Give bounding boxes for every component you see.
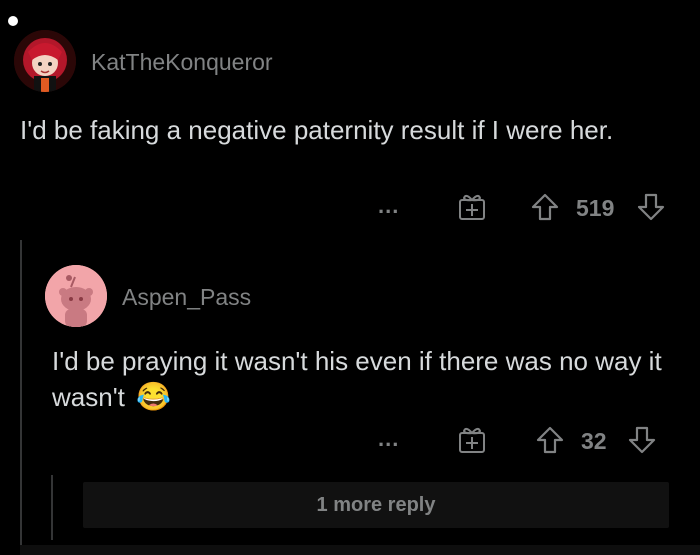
user-avatar[interactable] — [45, 265, 107, 327]
downvote-icon[interactable] — [627, 425, 657, 460]
comment-body: I'd be faking a negative paternity resul… — [20, 115, 614, 145]
thread-line[interactable] — [51, 475, 53, 540]
upvote-icon[interactable] — [535, 425, 565, 460]
vote-score: 519 — [576, 195, 615, 221]
red-haired-avatar-icon — [14, 30, 76, 92]
award-icon[interactable] — [456, 191, 488, 228]
more-replies-button[interactable]: 1 more reply — [83, 482, 669, 528]
thread-line[interactable] — [20, 240, 22, 555]
user-avatar[interactable] — [14, 30, 76, 92]
award-icon[interactable] — [456, 424, 488, 461]
upvote-icon[interactable] — [530, 192, 560, 227]
vote-score: 32 — [581, 428, 607, 454]
more-replies-label: 1 more reply — [316, 493, 436, 516]
snoo-avatar-icon — [45, 265, 107, 327]
comment-body: I'd be praying it wasn't his even if the… — [52, 343, 672, 415]
comment-username[interactable]: KatTheKonqueror — [91, 49, 273, 76]
more-options-button[interactable]: ... — [378, 425, 399, 453]
laughing-emoji: 😂 — [136, 381, 171, 412]
snoo-antenna-icon — [6, 14, 20, 28]
comment-username[interactable]: Aspen_Pass — [122, 284, 251, 311]
downvote-icon[interactable] — [636, 192, 666, 227]
bottom-divider — [20, 545, 700, 555]
more-options-button[interactable]: ... — [378, 192, 399, 220]
